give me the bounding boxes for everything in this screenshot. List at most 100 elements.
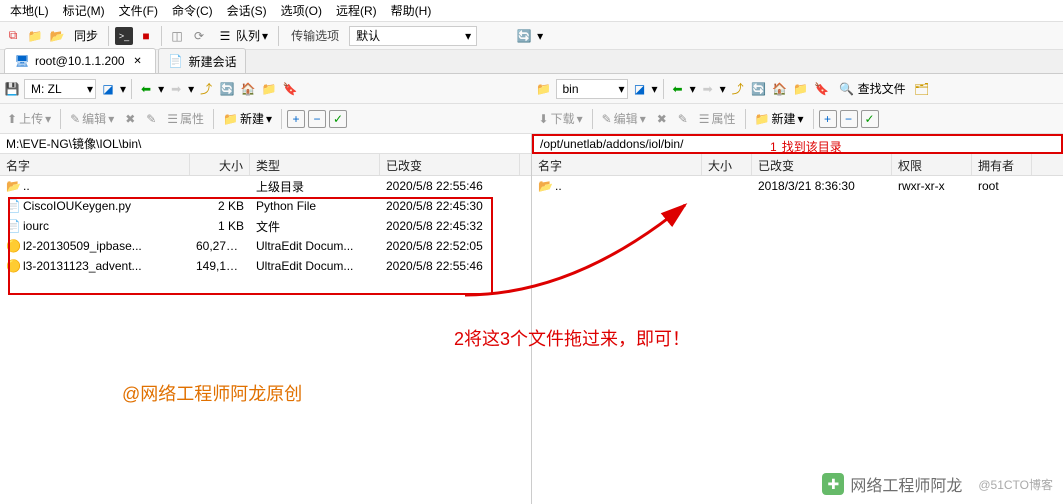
reconnect-icon[interactable]: 🔄 xyxy=(515,27,533,45)
home-icon[interactable]: 🏠 xyxy=(771,80,789,98)
menu-session[interactable]: 会话(S) xyxy=(221,0,273,21)
wechat-icon: ✚ xyxy=(822,473,844,495)
parent-dir-row[interactable]: 📂.. 上级目录 2020/5/8 22:55:46 xyxy=(0,176,531,196)
left-nav: 💾 ▾ ◪ ▾ ⬅ ▾ ➡ ▾ ⤴ 🔄 🏠 📁 🔖 xyxy=(0,74,532,104)
file-row[interactable]: 🟡l2-20130509_ipbase...60,277 ...UltraEdi… xyxy=(0,236,531,256)
col-name[interactable]: 名字 xyxy=(0,154,190,175)
plus-icon[interactable]: + xyxy=(819,110,837,128)
find-icon: 🔍 xyxy=(838,80,856,98)
filter-icon[interactable]: ◪ xyxy=(631,80,649,98)
edit-button[interactable]: ✎编辑 ▾ xyxy=(598,108,650,129)
stop-icon[interactable]: ■ xyxy=(137,27,155,45)
col-owner[interactable]: 拥有者 xyxy=(972,154,1032,175)
main-toolbar: ⧉ 📁 📂 同步 >_ ■ ◫ ⟳ ☰ 队列 ▾ 传输选项 ▾ 🔄 ▾ xyxy=(0,22,1063,50)
file-icon: 📄 xyxy=(6,199,20,213)
fwd-icon[interactable]: ➡ xyxy=(167,80,185,98)
right-nav: 📁 ▾ ◪ ▾ ⬅ ▾ ➡ ▾ ⤴ 🔄 🏠 📁 🔖 🔍 查找文件 🗂 xyxy=(532,74,1063,104)
col-changed[interactable]: 已改变 xyxy=(752,154,892,175)
minus-icon[interactable]: − xyxy=(840,110,858,128)
up-folder-icon: 📂 xyxy=(538,179,552,193)
right-header: 名字 大小 已改变 权限 拥有者 xyxy=(532,154,1063,176)
bookmark-icon[interactable]: 🔖 xyxy=(281,80,299,98)
back-icon[interactable]: ⬅ xyxy=(137,80,155,98)
hidden-icon[interactable]: ◫ xyxy=(168,27,186,45)
tab-new-session[interactable]: 📄 新建会话 xyxy=(158,48,246,73)
compare-icon[interactable]: ⧉ xyxy=(4,27,22,45)
file-icon: 🟡 xyxy=(6,259,20,273)
menu-file[interactable]: 文件(F) xyxy=(113,0,164,21)
rename-icon[interactable]: ✎ xyxy=(142,110,160,128)
menu-remote[interactable]: 远程(R) xyxy=(330,0,383,21)
menu-mark[interactable]: 标记(M) xyxy=(57,0,111,21)
right-file-list[interactable]: 📂.. 2018/3/21 8:36:30 rwxr-xr-x root xyxy=(532,176,1063,504)
transfer-preset-select[interactable]: ▾ xyxy=(349,26,477,46)
menu-local[interactable]: 本地(L) xyxy=(4,0,55,21)
refresh2-icon[interactable]: 🔄 xyxy=(750,80,768,98)
col-type[interactable]: 类型 xyxy=(250,154,380,175)
edit-button[interactable]: ✎编辑 ▾ xyxy=(66,108,118,129)
left-header: 名字 大小 类型 已改变 xyxy=(0,154,531,176)
refresh-icon[interactable]: ⟳ xyxy=(190,27,208,45)
transfer-label: 传输选项 xyxy=(285,27,345,44)
back-icon[interactable]: ⬅ xyxy=(669,80,687,98)
minus-icon[interactable]: − xyxy=(308,110,326,128)
left-path[interactable]: M:\EVE-NG\镜像\IOL\bin\ xyxy=(0,134,531,154)
right-path[interactable]: /opt/unetlab/addons/iol/bin/ xyxy=(532,134,1063,154)
root-icon[interactable]: 📁 xyxy=(260,80,278,98)
refresh2-icon[interactable]: 🔄 xyxy=(218,80,236,98)
folder-icon[interactable]: 📂 xyxy=(48,27,66,45)
upload-button[interactable]: ⬆上传 ▾ xyxy=(3,108,55,129)
col-perm[interactable]: 权限 xyxy=(892,154,972,175)
find-button[interactable]: 🔍 查找文件 xyxy=(834,78,910,100)
left-pane: M:\EVE-NG\镜像\IOL\bin\ 名字 大小 类型 已改变 📂.. 上… xyxy=(0,134,532,504)
file-row[interactable]: 📄iourc1 KB文件2020/5/8 22:45:32 xyxy=(0,216,531,236)
file-icon: 🟡 xyxy=(6,239,20,253)
sync-button[interactable]: 同步 xyxy=(70,25,102,46)
menu-help[interactable]: 帮助(H) xyxy=(385,0,438,21)
file-row[interactable]: 📄CiscoIOUKeygen.py2 KBPython File2020/5/… xyxy=(0,196,531,216)
delete-icon[interactable]: ✖ xyxy=(121,110,139,128)
file-icon: 📄 xyxy=(6,219,20,233)
root-icon[interactable]: 📁 xyxy=(792,80,810,98)
tree-icon[interactable]: 🗂 xyxy=(913,80,931,98)
close-icon[interactable]: ✕ xyxy=(129,52,147,70)
filter-icon[interactable]: ◪ xyxy=(99,80,117,98)
rename-icon[interactable]: ✎ xyxy=(674,110,692,128)
file-row[interactable]: 🟡l3-20131123_advent...149,100...UltraEdi… xyxy=(0,256,531,276)
drive-select[interactable]: ▾ xyxy=(24,79,96,99)
menu-cmd[interactable]: 命令(C) xyxy=(166,0,219,21)
left-file-list[interactable]: 📂.. 上级目录 2020/5/8 22:55:46 📄CiscoIOUKeyg… xyxy=(0,176,531,504)
download-button[interactable]: ⬇下载 ▾ xyxy=(535,108,587,129)
check-icon[interactable]: ✓ xyxy=(861,110,879,128)
bookmark-icon[interactable]: 🔖 xyxy=(813,80,831,98)
up-folder-icon: 📂 xyxy=(6,179,20,193)
tab-session-1[interactable]: 🖥 root@10.1.1.200 ✕ xyxy=(4,48,156,73)
up-icon[interactable]: ⤴ xyxy=(197,80,215,98)
new-button[interactable]: 📁新建 ▾ xyxy=(219,108,276,129)
terminal-icon[interactable]: >_ xyxy=(115,27,133,45)
col-size[interactable]: 大小 xyxy=(190,154,250,175)
home-icon[interactable]: 🏠 xyxy=(239,80,257,98)
folder-icon: 📁 xyxy=(535,80,553,98)
new-button[interactable]: 📁新建 ▾ xyxy=(751,108,808,129)
parent-dir-row[interactable]: 📂.. 2018/3/21 8:36:30 rwxr-xr-x root xyxy=(532,176,1063,196)
props-button[interactable]: ☰属性 xyxy=(695,108,740,129)
drive-icon: 💾 xyxy=(3,80,21,98)
check-icon[interactable]: ✓ xyxy=(329,110,347,128)
queue-button[interactable]: ☰ 队列 ▾ xyxy=(212,25,272,47)
left-actions: ⬆上传 ▾ ✎编辑 ▾ ✖ ✎ ☰属性 📁新建 ▾ + − ✓ xyxy=(0,104,532,134)
menu-options[interactable]: 选项(O) xyxy=(275,0,328,21)
fwd-icon[interactable]: ➡ xyxy=(699,80,717,98)
new-session-icon: 📄 xyxy=(167,52,185,70)
col-changed[interactable]: 已改变 xyxy=(380,154,520,175)
sync-browse-icon[interactable]: 📁 xyxy=(26,27,44,45)
props-button[interactable]: ☰属性 xyxy=(163,108,208,129)
col-name[interactable]: 名字 xyxy=(532,154,702,175)
plus-icon[interactable]: + xyxy=(287,110,305,128)
col-size[interactable]: 大小 xyxy=(702,154,752,175)
monitor-icon: 🖥 xyxy=(13,52,31,70)
remote-dir-select[interactable]: ▾ xyxy=(556,79,628,99)
up-icon[interactable]: ⤴ xyxy=(729,80,747,98)
delete-icon[interactable]: ✖ xyxy=(653,110,671,128)
right-pane: /opt/unetlab/addons/iol/bin/ 名字 大小 已改变 权… xyxy=(532,134,1063,504)
